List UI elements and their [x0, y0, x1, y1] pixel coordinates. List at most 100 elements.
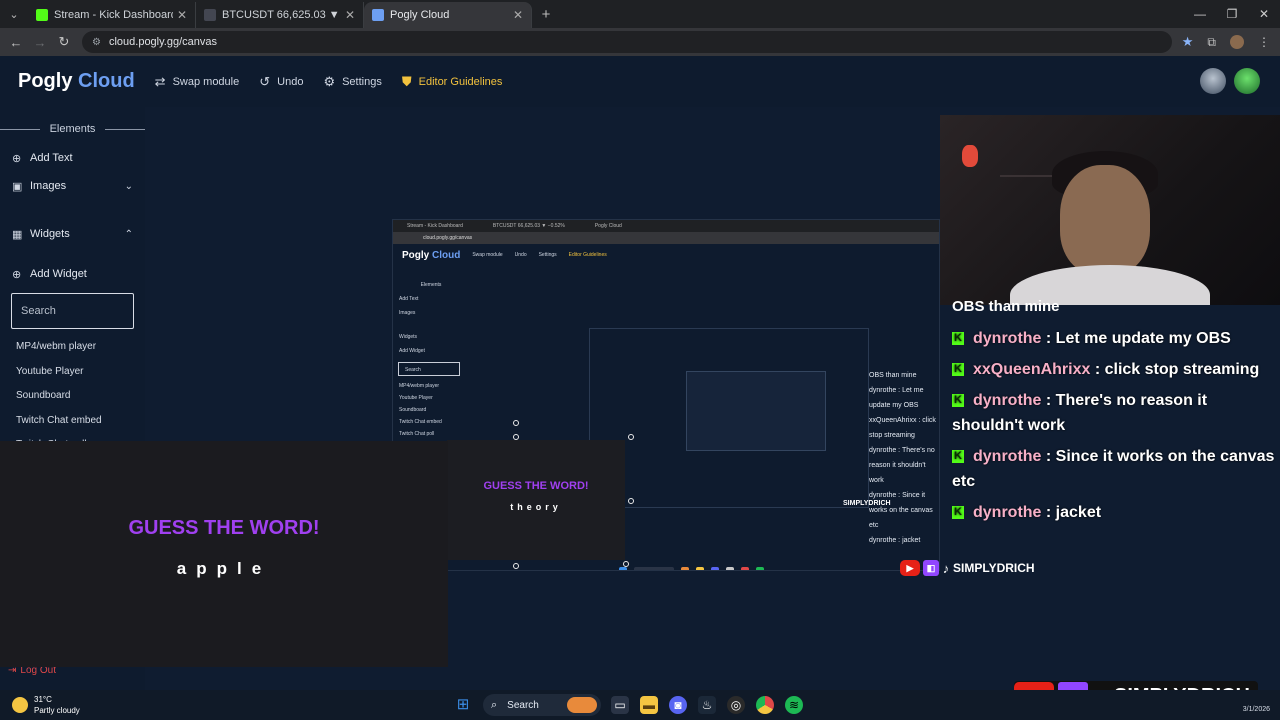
- tab-kick-dashboard[interactable]: Stream - Kick Dashboard ✕: [28, 2, 196, 28]
- site-info-icon[interactable]: ⚙: [92, 37, 101, 48]
- editor-guidelines-button[interactable]: ⛊ Editor Guidelines: [402, 74, 503, 90]
- restore-icon[interactable]: ❐: [1216, 0, 1248, 28]
- windows-start-icon[interactable]: ⊞: [454, 696, 472, 714]
- browser-menu-icon[interactable]: ⋮: [1258, 35, 1270, 49]
- nested-tab-1: Stream - Kick Dashboard: [407, 223, 463, 229]
- bookmark-star-icon[interactable]: ★: [1182, 34, 1194, 50]
- nested-discord-icon: [711, 567, 719, 570]
- tiktok-icon: ♪: [942, 560, 950, 576]
- nested-chrome-icon: [741, 567, 749, 570]
- app-logo[interactable]: Pogly Cloud: [18, 70, 135, 93]
- close-tab-icon[interactable]: ✕: [345, 8, 355, 22]
- steam-icon[interactable]: ♨: [698, 696, 716, 714]
- reload-icon[interactable]: ↻: [52, 34, 76, 50]
- nested-add-widget: Add Widget: [399, 348, 425, 354]
- spotify-icon[interactable]: ≋: [785, 696, 803, 714]
- weather-desc: Partly cloudy: [34, 706, 80, 715]
- nested-chat-line: dynrothe : jacket: [869, 537, 921, 544]
- guess-word-title: GUESS THE WORD!: [483, 480, 589, 492]
- nested-images: Images: [399, 310, 416, 316]
- add-widget-button[interactable]: ⊕ Add Widget: [0, 263, 145, 285]
- chat-text: : Let me update my OBS: [1041, 330, 1231, 347]
- chat-username: xxQueenAhrixx: [973, 361, 1091, 378]
- task-view-icon[interactable]: ▭: [611, 696, 629, 714]
- tab-btcusdt[interactable]: BTCUSDT 66,625.03 ▼ −0.52% | ✕: [196, 2, 364, 28]
- guess-word-widget-small[interactable]: GUESS THE WORD! theory: [447, 440, 625, 560]
- settings-button[interactable]: ⚙ Settings: [323, 74, 381, 90]
- kick-icon: K: [952, 450, 964, 464]
- nested-brand-main: Pogly: [402, 249, 430, 261]
- taskbar-search[interactable]: ⌕ Search: [483, 694, 601, 716]
- guess-word-answer: theory: [510, 502, 562, 512]
- nested-chat-line: OBS than mine: [869, 372, 917, 379]
- obs-icon[interactable]: ◎: [727, 696, 745, 714]
- resize-handle[interactable]: [623, 561, 629, 567]
- swap-module-button[interactable]: ⇄ Swap module: [155, 74, 240, 90]
- file-explorer-icon[interactable]: ▬: [640, 696, 658, 714]
- forward-icon[interactable]: →: [28, 35, 52, 50]
- editor-avatar-2[interactable]: [1234, 68, 1260, 94]
- nested-tab-3: Pogly Cloud: [594, 223, 622, 229]
- youtube-icon: ▶: [900, 560, 920, 576]
- plus-circle-icon: ⊕: [12, 152, 22, 165]
- editor-avatar-1[interactable]: [1200, 68, 1226, 94]
- chat-username: dynrothe: [973, 330, 1042, 347]
- widget-search-input[interactable]: Search: [11, 293, 134, 329]
- weather-widget[interactable]: 31°C Partly cloudy: [12, 694, 80, 716]
- screen: ⌄ Stream - Kick Dashboard ✕ BTCUSDT 66,6…: [0, 0, 1280, 720]
- add-widget-label: Add Widget: [30, 268, 87, 280]
- nested-item-2: Youtube Player: [399, 395, 433, 401]
- tab-pogly-cloud[interactable]: Pogly Cloud ✕: [364, 2, 532, 28]
- back-icon[interactable]: ←: [4, 35, 28, 50]
- search-placeholder: Search: [21, 305, 56, 317]
- guess-word-widget-large[interactable]: GUESS THE WORD! apple: [0, 441, 448, 667]
- images-label: Images: [30, 180, 67, 192]
- widget-item-soundboard[interactable]: Soundboard: [0, 384, 145, 409]
- shield-icon: ⛊: [401, 73, 412, 89]
- widget-item-twitch-chat[interactable]: Twitch Chat embed: [0, 409, 145, 434]
- nested-search: Search: [398, 362, 460, 376]
- kick-favicon-icon: [36, 9, 48, 21]
- pogly-favicon-icon: [372, 9, 384, 21]
- browser-tab-bar: ⌄ Stream - Kick Dashboard ✕ BTCUSDT 66,6…: [0, 0, 1280, 28]
- sun-cloud-icon: [12, 697, 28, 713]
- resize-handle[interactable]: [628, 498, 634, 504]
- kick-icon: K: [952, 506, 964, 520]
- chat-message: Kdynrothe : Since it works on the canvas…: [952, 444, 1280, 494]
- resize-handle[interactable]: [513, 420, 519, 426]
- profile-avatar-icon[interactable]: [1230, 35, 1244, 49]
- widgets-dropdown[interactable]: ▦ Widgets ⌃: [0, 223, 145, 245]
- lamp-shape: [962, 145, 978, 167]
- swap-icon: ⇄: [154, 73, 166, 89]
- add-text-label: Add Text: [30, 152, 73, 164]
- guess-word-answer: apple: [176, 559, 272, 578]
- extensions-icon[interactable]: ⧉: [1207, 35, 1216, 50]
- brand-name: SIMPLYDRICH: [953, 561, 1035, 575]
- close-tab-icon[interactable]: ✕: [513, 8, 523, 22]
- widget-item-youtube[interactable]: Youtube Player: [0, 360, 145, 385]
- resize-handle[interactable]: [628, 434, 634, 440]
- minimize-icon[interactable]: —: [1184, 0, 1216, 28]
- discord-icon[interactable]: ◙: [669, 696, 687, 714]
- nested-header: Pogly Cloud Swap module Undo Settings Ed…: [393, 244, 939, 266]
- swap-module-label: Swap module: [172, 75, 240, 88]
- tab-title: BTCUSDT 66,625.03 ▼ −0.52% |: [222, 9, 341, 21]
- images-dropdown[interactable]: ▣ Images ⌄: [0, 175, 145, 197]
- streamer-face-shape: [1060, 165, 1150, 275]
- add-text-button[interactable]: ⊕ Add Text: [0, 147, 145, 169]
- gear-icon: ⚙: [323, 73, 336, 89]
- nested-chat-overlay: OBS than mine dynrothe : Let me update m…: [869, 368, 939, 548]
- tab-search-icon[interactable]: ⌄: [0, 0, 28, 28]
- widgets-grid-icon: ▦: [12, 228, 23, 241]
- url-field[interactable]: ⚙ cloud.pogly.gg/canvas: [82, 31, 1172, 53]
- tab-title: Pogly Cloud: [390, 9, 450, 21]
- chat-overlay: OBS than mine Kdynrothe : Let me update …: [952, 296, 1280, 531]
- new-tab-icon[interactable]: +: [532, 6, 560, 23]
- close-window-icon[interactable]: ✕: [1248, 0, 1280, 28]
- widget-item-mp4[interactable]: MP4/webm player: [0, 335, 145, 360]
- close-tab-icon[interactable]: ✕: [177, 8, 187, 22]
- undo-button[interactable]: ↺ Undo: [259, 74, 303, 90]
- resize-handle[interactable]: [513, 563, 519, 569]
- resize-handle[interactable]: [513, 434, 519, 440]
- chrome-icon[interactable]: [756, 696, 774, 714]
